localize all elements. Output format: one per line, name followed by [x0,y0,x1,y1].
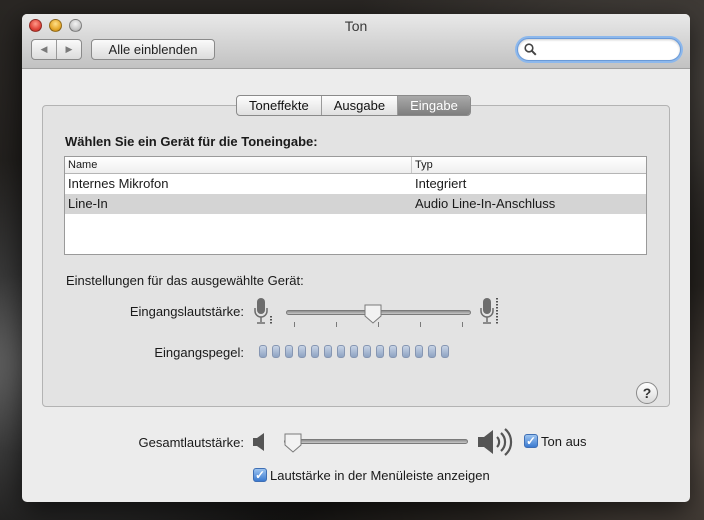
microphone-low-icon [254,298,272,324]
device-type: Audio Line-In-Anschluss [415,196,556,211]
level-segment [402,345,410,358]
slider-tick [462,322,463,327]
level-segment [363,345,371,358]
output-volume-label: Gesamtlautstärke: [138,435,245,450]
device-name: Internes Mikrofon [68,176,169,191]
level-segment [324,345,332,358]
level-segment [441,345,449,358]
tab-content-panel [42,105,670,407]
output-volume-knob[interactable] [284,433,302,453]
sound-preferences-window: Ton ◀ ▶ Alle einblenden Toneffekte Ausga… [22,14,690,502]
window-title: Ton [344,18,368,34]
slider-tick [336,322,337,327]
device-type: Integriert [415,176,467,191]
column-header-type[interactable]: Typ [412,157,646,173]
level-segment [311,345,319,358]
input-level-meter [259,345,449,358]
output-volume-track [284,439,468,444]
show-all-button[interactable]: Alle einblenden [91,39,215,60]
tab-ausgabe[interactable]: Ausgabe [320,96,397,115]
level-segment [272,345,280,358]
level-segment [376,345,384,358]
forward-button[interactable]: ▶ [56,40,81,59]
input-volume-knob[interactable] [364,304,382,324]
level-segment [298,345,306,358]
level-segment [285,345,293,358]
title-bar: Ton ◀ ▶ Alle einblenden [22,14,690,69]
tab-eingabe[interactable]: Eingabe [397,96,470,115]
level-segment [389,345,397,358]
forward-arrow-icon: ▶ [65,44,73,54]
tab-bar: Toneffekte Ausgabe Eingabe [236,95,471,116]
search-field[interactable] [517,38,681,61]
back-arrow-icon: ◀ [40,44,48,54]
microphone-high-icon [480,298,498,324]
input-level-label: Eingangspegel: [154,345,244,360]
back-forward-control: ◀ ▶ [31,39,82,60]
show-volume-in-menubar-checkbox[interactable]: ✓ [253,468,267,482]
speaker-low-icon [253,433,264,451]
column-header-name[interactable]: Name [65,157,412,173]
level-segment [415,345,423,358]
table-header: Name Typ [65,157,646,174]
help-button[interactable]: ? [636,382,658,404]
level-segment [428,345,436,358]
show-volume-in-menubar-label: Lautstärke in der Menüleiste anzeigen [270,468,490,483]
slider-tick [420,322,421,327]
device-name: Line-In [68,196,108,211]
table-row-selected[interactable]: Line-In Audio Line-In-Anschluss [65,194,646,214]
device-table: Name Typ Internes Mikrofon Integriert Li… [64,156,647,255]
back-button[interactable]: ◀ [32,40,56,59]
search-input[interactable] [540,41,672,58]
level-segment [350,345,358,358]
mute-checkbox[interactable]: ✓ [524,434,538,448]
slider-tick [294,322,295,327]
tab-toneffekte[interactable]: Toneffekte [237,96,321,115]
speaker-high-icon [478,428,513,456]
input-volume-label: Eingangslautstärke: [129,304,244,319]
device-heading: Wählen Sie ein Gerät für die Toneingabe: [65,134,318,149]
table-row[interactable]: Internes Mikrofon Integriert [65,174,646,194]
level-segment [337,345,345,358]
search-icon [524,43,537,56]
settings-label: Einstellungen für das ausgewählte Gerät: [66,273,304,288]
mute-label: Ton aus [541,434,587,449]
level-segment [259,345,267,358]
